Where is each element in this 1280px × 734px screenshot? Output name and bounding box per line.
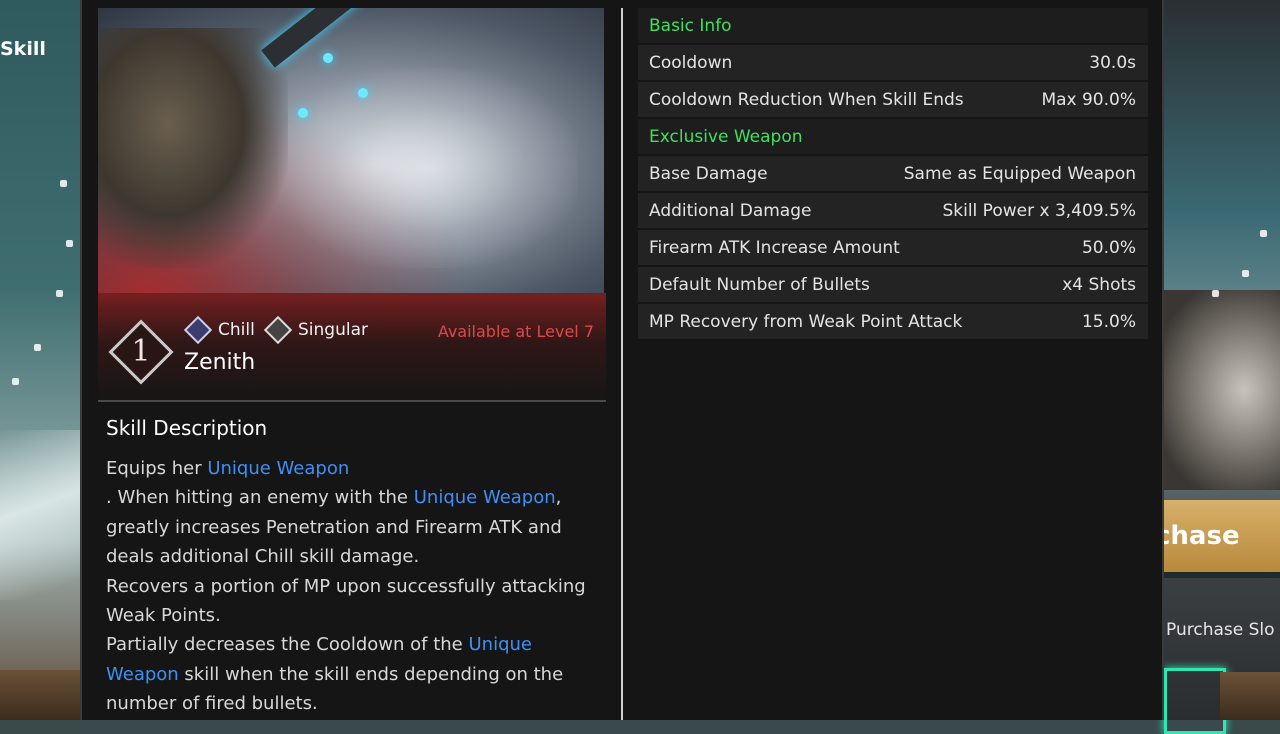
character-figure bbox=[98, 28, 288, 268]
skill-description-title: Skill Description bbox=[106, 416, 268, 440]
background-scene-left: Skill bbox=[0, 0, 80, 720]
skill-name: Zenith bbox=[184, 350, 256, 375]
weapon-glow bbox=[323, 53, 333, 63]
attribute-label: Chill bbox=[218, 320, 255, 340]
section-title: Exclusive Weapon bbox=[649, 126, 803, 147]
stat-value: Max 90.0% bbox=[1041, 89, 1136, 110]
snow-particle bbox=[1260, 230, 1267, 237]
desc-text: Recovers a portion of MP upon successful… bbox=[106, 575, 586, 627]
background-skill-tab-label: Skill bbox=[0, 38, 46, 60]
snow-particle bbox=[1242, 270, 1249, 277]
smoke-effect bbox=[278, 68, 578, 268]
stat-row: Base Damage Same as Equipped Weapon bbox=[638, 156, 1148, 191]
stat-value: 15.0% bbox=[1081, 311, 1136, 332]
stat-row: Additional Damage Skill Power x 3,409.5% bbox=[638, 193, 1148, 228]
snow-particle bbox=[56, 290, 63, 297]
keyword-unique-weapon[interactable]: Unique Weapon bbox=[207, 458, 349, 479]
desc-text: Partially decreases the Cooldown of the bbox=[106, 634, 469, 656]
singular-attribute-icon bbox=[263, 315, 293, 345]
section-divider bbox=[98, 400, 606, 402]
stat-value: Same as Equipped Weapon bbox=[903, 163, 1136, 184]
snow-particle bbox=[60, 180, 67, 187]
section-title: Basic Info bbox=[649, 15, 732, 36]
stat-row: Firearm ATK Increase Amount 50.0% bbox=[638, 230, 1148, 265]
column-separator bbox=[621, 8, 623, 720]
background-mech bbox=[1160, 290, 1280, 490]
desc-text: . When hitting an enemy with the bbox=[106, 487, 414, 509]
weapon-glow bbox=[358, 88, 368, 98]
stat-value: 50.0% bbox=[1081, 237, 1136, 258]
availability-text: Available at Level 7 bbox=[437, 322, 594, 341]
desc-text: Equips her bbox=[106, 458, 208, 479]
snow-particle bbox=[34, 344, 41, 351]
background-floor bbox=[0, 670, 80, 720]
keyword-unique-weapon[interactable]: Unique Weapon bbox=[414, 487, 556, 508]
attribute-label: Singular bbox=[298, 320, 368, 340]
snow-particle bbox=[66, 240, 73, 247]
stat-row: Cooldown Reduction When Skill Ends Max 9… bbox=[638, 82, 1148, 117]
background-floor bbox=[1220, 672, 1280, 720]
skill-header: 1 Chill Singular Zenith Available at Lev… bbox=[98, 293, 606, 403]
stat-value: Skill Power x 3,409.5% bbox=[942, 200, 1136, 221]
stat-label: MP Recovery from Weak Point Attack bbox=[649, 311, 963, 332]
section-header-basic-info: Basic Info bbox=[638, 8, 1148, 43]
snow-particle bbox=[1212, 290, 1219, 297]
stat-row: MP Recovery from Weak Point Attack 15.0% bbox=[638, 304, 1148, 339]
stat-row: Cooldown 30.0s bbox=[638, 45, 1148, 80]
stat-label: Cooldown bbox=[649, 52, 733, 73]
skill-stats-table: Basic Info Cooldown 30.0s Cooldown Reduc… bbox=[638, 8, 1148, 341]
stat-label: Default Number of Bullets bbox=[649, 274, 870, 295]
skill-detail-panel: 1 Chill Singular Zenith Available at Lev… bbox=[80, 0, 1164, 720]
stat-label: Firearm ATK Increase Amount bbox=[649, 237, 900, 258]
purchase-slot-label: Purchase Slo bbox=[1166, 620, 1275, 640]
background-scene-right: chase Purchase Slo bbox=[1155, 0, 1280, 734]
attribute-chill: Chill bbox=[183, 315, 255, 345]
skill-description-text: Equips her Unique Weapon. When hitting a… bbox=[106, 454, 601, 719]
purchase-button-label: chase bbox=[1155, 521, 1240, 551]
skill-preview-image bbox=[98, 8, 604, 293]
snow-particle bbox=[12, 378, 19, 385]
stat-value: 30.0s bbox=[1089, 52, 1136, 73]
stat-label: Additional Damage bbox=[649, 200, 812, 221]
stat-label: Cooldown Reduction When Skill Ends bbox=[649, 89, 964, 110]
stat-value: x4 Shots bbox=[1062, 274, 1136, 295]
section-header-exclusive-weapon: Exclusive Weapon bbox=[638, 119, 1148, 154]
chill-attribute-icon bbox=[183, 315, 213, 345]
skill-rank-number: 1 bbox=[131, 334, 151, 369]
attribute-singular: Singular bbox=[263, 315, 368, 345]
stat-row: Default Number of Bullets x4 Shots bbox=[638, 267, 1148, 302]
stat-label: Base Damage bbox=[649, 163, 768, 184]
weapon-glow bbox=[298, 108, 308, 118]
background-light-streak bbox=[0, 430, 80, 600]
purchase-button[interactable]: chase bbox=[1155, 500, 1280, 578]
slot-frame[interactable] bbox=[1164, 668, 1226, 734]
skill-overview: 1 Chill Singular Zenith Available at Lev… bbox=[98, 8, 606, 720]
